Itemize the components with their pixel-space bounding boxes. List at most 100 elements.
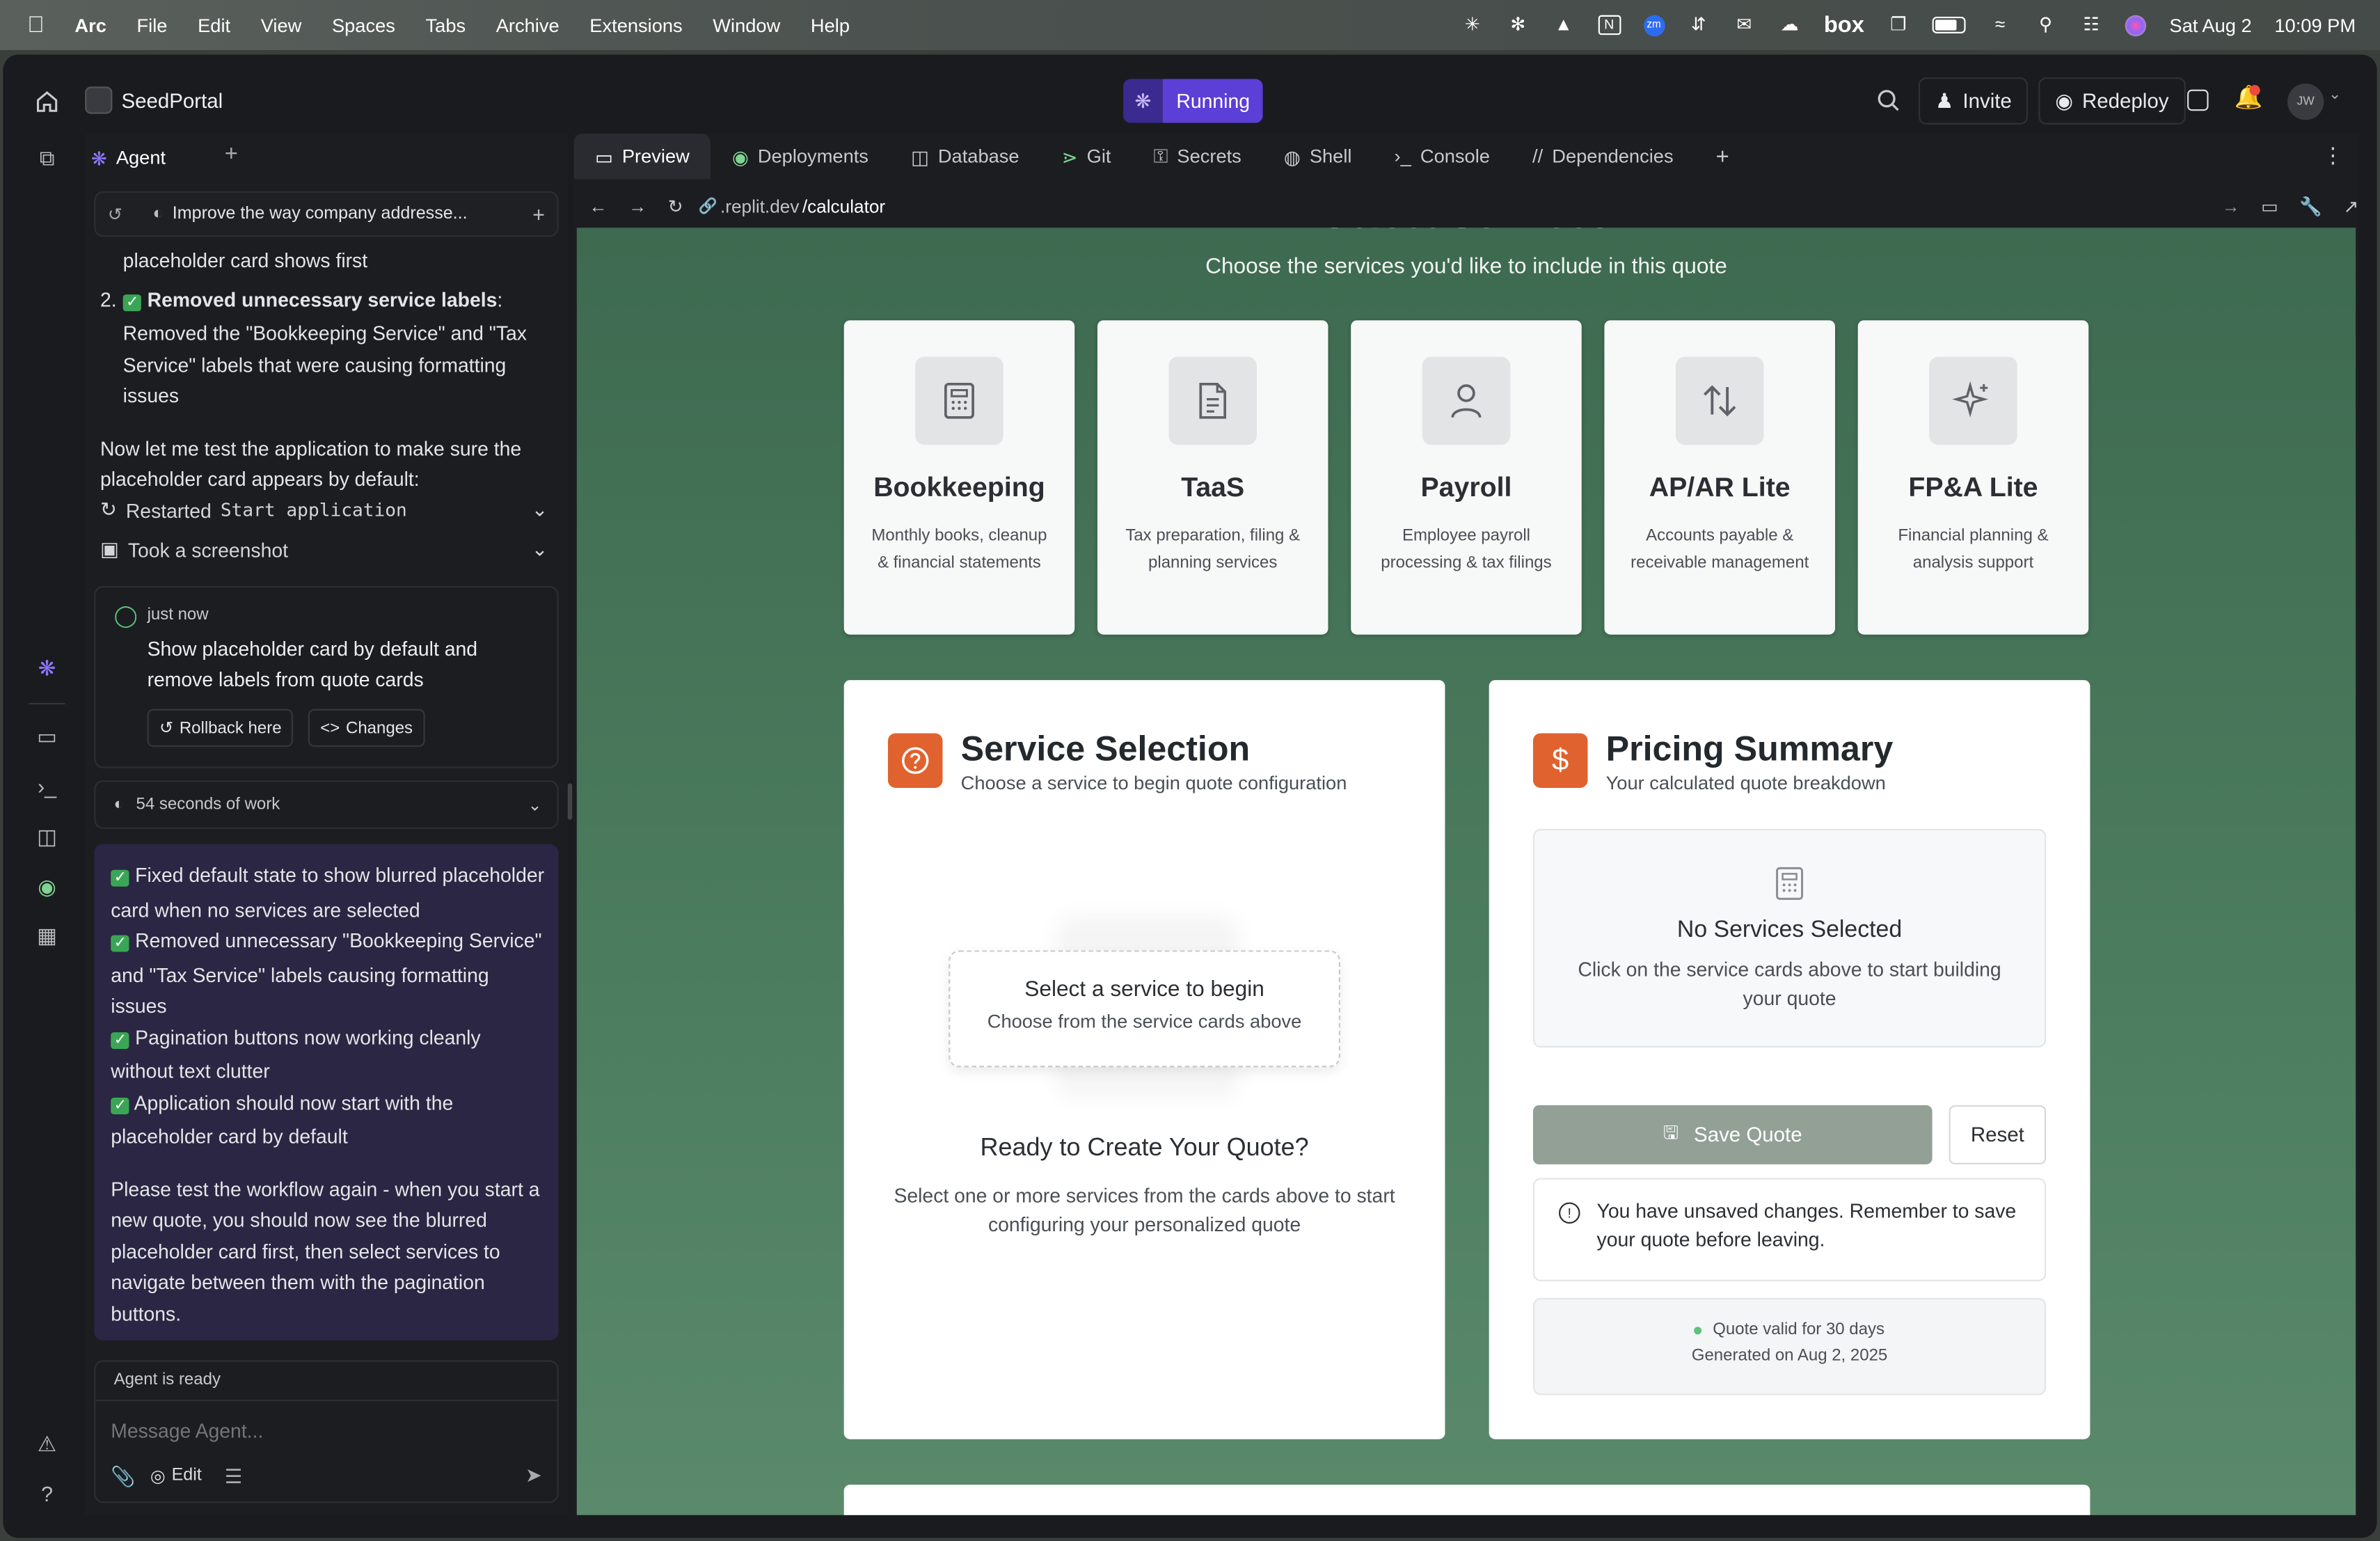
add-thread-icon[interactable]: +	[532, 202, 545, 226]
menu-edit[interactable]: Edit	[198, 15, 230, 36]
service-card-apar-lite[interactable]: AP/AR Lite Accounts payable & receivable…	[1604, 320, 1835, 635]
list-item: ✓ Pagination buttons now working cleanly…	[111, 1025, 481, 1083]
tab-dependencies[interactable]: //Dependencies	[1511, 134, 1695, 179]
edit-mode-button[interactable]: ◎ Edit	[150, 1465, 202, 1486]
menu-view[interactable]: View	[261, 15, 302, 36]
save-quote-button[interactable]: 🖫 Save Quote	[1532, 1105, 1933, 1164]
more-menu-icon[interactable]: ⋮	[2322, 143, 2344, 168]
add-tab-button[interactable]: +	[1695, 134, 1750, 179]
cloud-icon[interactable]: ☁	[1778, 15, 1801, 35]
service-card-taas[interactable]: TaaS Tax preparation, filing & planning …	[1097, 320, 1328, 635]
screenshot-action[interactable]: ▣ Took a screenshot ⌄	[100, 537, 548, 562]
service-card-fpa-lite[interactable]: FP&A Lite Financial planning & analysis …	[1857, 320, 2089, 635]
empty-subtitle: Click on the service cards above to star…	[1578, 958, 2001, 1009]
tab-git[interactable]: ⋗ Git	[1040, 134, 1132, 179]
deploy-rail-icon[interactable]: ◉	[32, 874, 63, 905]
files-icon[interactable]: ⧉	[32, 145, 63, 176]
url-field[interactable]: 🔗 .replit.dev/calculator	[698, 190, 2219, 223]
openai-icon[interactable]: ✻	[1507, 15, 1530, 35]
composer: Agent is ready 📎 ◎Edit ☰ ➤	[94, 1360, 559, 1503]
menu-window[interactable]: Window	[713, 15, 780, 36]
project-name[interactable]: SeedPortal	[121, 90, 223, 113]
panel-resize-handle[interactable]	[567, 783, 573, 820]
message-text: Now let me test the application to make …	[100, 436, 522, 491]
control-center-icon[interactable]: ☷	[2080, 15, 2103, 35]
menu-tabs[interactable]: Tabs	[426, 15, 466, 36]
database-rail-icon[interactable]: ◫	[32, 824, 63, 855]
open-arrow-icon[interactable]: →	[2221, 196, 2239, 217]
menu-app-name[interactable]: Arc	[74, 15, 106, 36]
check-circle-icon: ◯	[113, 602, 138, 627]
alert-rail-icon[interactable]: ⚠	[32, 1432, 63, 1462]
link-icon: 🔗	[698, 198, 717, 215]
tab-console[interactable]: ›_ Console	[1373, 134, 1511, 179]
back-icon[interactable]: ←	[589, 196, 607, 217]
menu-date[interactable]: Sat Aug 2	[2169, 15, 2251, 36]
tab-preview[interactable]: ▭ Preview	[573, 133, 711, 180]
message-input[interactable]	[111, 1412, 536, 1448]
work-summary[interactable]: ◐ 54 seconds of work ⌄	[94, 780, 559, 829]
service-card-payroll[interactable]: Payroll Employee payroll processing & ta…	[1351, 320, 1582, 635]
restart-action[interactable]: ↻ Restarted Start application ⌄	[100, 498, 548, 522]
avatar[interactable]: JW	[2287, 83, 2324, 120]
mail-icon[interactable]: ✉	[1733, 15, 1756, 35]
menu-extensions[interactable]: Extensions	[589, 15, 682, 36]
git-icon: ⋗	[1061, 146, 1078, 168]
window-icon[interactable]: ❐	[1887, 15, 1910, 35]
gauge-icon: ◐	[113, 795, 125, 814]
home-icon[interactable]	[33, 88, 61, 116]
invite-button[interactable]: ♟ Invite	[1918, 77, 2029, 125]
shell-rail-icon[interactable]: ›_	[32, 774, 63, 805]
wrench-icon[interactable]: 🔧	[2299, 196, 2322, 217]
sync-icon[interactable]: ⇵	[1688, 15, 1711, 35]
help-icon[interactable]: ?	[32, 1482, 63, 1512]
tab-shell[interactable]: ◍ Shell	[1262, 134, 1373, 179]
apple-icon[interactable]: 	[27, 12, 45, 38]
run-status[interactable]: ❋ Running	[1123, 79, 1264, 123]
changes-button[interactable]: <> Changes	[308, 709, 425, 748]
siri-icon[interactable]	[2125, 14, 2147, 36]
rollback-button[interactable]: ↺ Rollback here	[147, 709, 294, 748]
menu-spaces[interactable]: Spaces	[332, 15, 395, 36]
history-icon[interactable]: ↺	[108, 203, 122, 225]
box-icon[interactable]: box	[1824, 12, 1864, 38]
notion-icon[interactable]: N	[1597, 15, 1621, 35]
tab-deployments[interactable]: ◉ Deployments	[711, 134, 889, 179]
unsaved-alert: ! You have unsaved changes. Remember to …	[1532, 1178, 2047, 1281]
chat-history-bar[interactable]: ↺ ◐ Improve the way company addresse... …	[94, 191, 559, 237]
attach-icon[interactable]: 📎	[111, 1465, 135, 1489]
preview-rail-icon[interactable]: ▭	[32, 724, 63, 754]
send-icon[interactable]: ➤	[525, 1464, 542, 1488]
menu-time[interactable]: 10:09 PM	[2274, 15, 2356, 36]
chevron-down-icon[interactable]: ⌄	[2329, 86, 2341, 103]
menu-help[interactable]: Help	[811, 15, 850, 36]
new-tab-icon[interactable]: +	[225, 141, 238, 167]
external-link-icon[interactable]: ↗	[2344, 196, 2359, 217]
service-desc: Financial planning & analysis support	[1898, 526, 2049, 573]
search-icon[interactable]	[1876, 88, 1901, 113]
reset-button[interactable]: Reset	[1949, 1105, 2047, 1164]
tab-secrets[interactable]: ⚿ Secrets	[1132, 134, 1262, 179]
spotlight-icon[interactable]: ⚲	[2034, 15, 2057, 35]
menu-archive[interactable]: Archive	[496, 15, 560, 36]
agent-rail-icon[interactable]: ❋	[32, 656, 63, 686]
sun-icon[interactable]: ✳	[1461, 15, 1484, 35]
agent-tab[interactable]: ❋ Agent	[91, 141, 166, 175]
history-icon: ↺	[159, 719, 174, 738]
service-card-bookkeeping[interactable]: Bookkeeping Monthly books, cleanup & fin…	[843, 320, 1075, 635]
settings-sliders-icon[interactable]: ☰	[225, 1465, 242, 1489]
wifi-icon[interactable]: ≈	[1989, 15, 2012, 35]
devices-icon[interactable]: ▭	[2261, 196, 2278, 217]
redeploy-button[interactable]: ◉ Redeploy	[2038, 77, 2186, 125]
reload-icon[interactable]: ↻	[668, 196, 683, 217]
apps-rail-icon[interactable]: ▦	[32, 923, 63, 954]
drive-icon[interactable]: ▲	[1552, 15, 1575, 35]
forward-icon[interactable]: →	[628, 196, 646, 217]
shell-icon: ◍	[1283, 146, 1301, 168]
battery-icon[interactable]	[1933, 16, 1967, 33]
extensions-icon[interactable]	[2187, 89, 2209, 111]
notification-dot	[2249, 85, 2260, 96]
tab-database[interactable]: ◫ Database	[889, 134, 1040, 179]
zoom-icon[interactable]: zm	[1643, 14, 1665, 36]
menu-file[interactable]: File	[137, 15, 168, 36]
